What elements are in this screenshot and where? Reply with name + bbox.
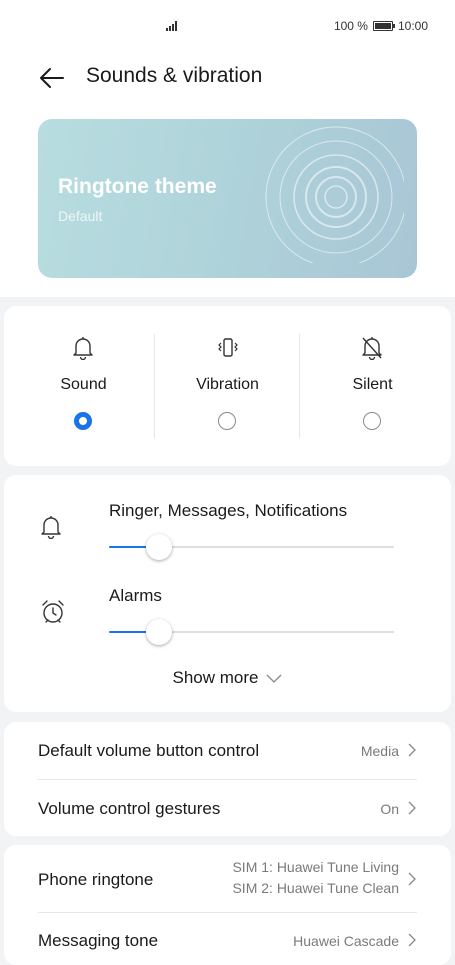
- row-label: Volume control gestures: [38, 799, 221, 818]
- ringtone-settings-card: Phone ringtone SIM 1: Huawei Tune Living…: [4, 845, 451, 965]
- header: Sounds & vibration: [0, 52, 455, 112]
- mode-silent[interactable]: Silent: [300, 306, 445, 466]
- sim2-ringtone: SIM 2: Huawei Tune Clean: [232, 880, 399, 896]
- sound-waves-icon: [265, 126, 404, 263]
- clock: 10:00: [397, 19, 428, 33]
- ringtone-theme-banner[interactable]: Ringtone theme Default: [38, 119, 417, 278]
- row-label: Default volume button control: [38, 741, 260, 760]
- mode-label-sound: Sound: [60, 376, 107, 393]
- ringer-volume-label: Ringer, Messages, Notifications: [109, 501, 348, 520]
- volume-control-gestures-row[interactable]: Volume control gestures On: [38, 779, 417, 836]
- row-value: Huawei Cascade: [293, 933, 399, 949]
- mode-silent-radio[interactable]: [363, 412, 381, 430]
- sim1-ringtone: SIM 1: Huawei Tune Living: [232, 859, 399, 875]
- bell-off-icon: [361, 336, 383, 365]
- row-value: SIM 1: Huawei Tune Living SIM 2: Huawei …: [232, 857, 399, 899]
- sound-mode-card: Sound Vibration Silent: [4, 306, 451, 466]
- slider-thumb[interactable]: [146, 619, 172, 645]
- status-bar: 100 % 10:00: [0, 0, 455, 52]
- show-more-button[interactable]: Show more: [4, 668, 451, 688]
- mode-sound[interactable]: Sound: [11, 306, 156, 466]
- mode-label-silent: Silent: [352, 376, 393, 393]
- mode-vibration-radio[interactable]: [218, 412, 236, 430]
- bell-icon: [40, 515, 62, 544]
- mode-sound-radio[interactable]: [74, 412, 92, 430]
- battery-percent: 100 %: [333, 19, 368, 33]
- battery-icon: [372, 21, 395, 31]
- chevron-right-icon: [407, 932, 417, 953]
- slider-thumb[interactable]: [146, 534, 172, 560]
- alarms-volume-slider[interactable]: [109, 617, 394, 647]
- phone-ringtone-row[interactable]: Phone ringtone SIM 1: Huawei Tune Living…: [38, 845, 417, 912]
- signal-icon: [166, 19, 180, 34]
- row-value: Media: [360, 743, 399, 759]
- chevron-down-icon: [267, 674, 282, 683]
- show-more-label: Show more: [172, 668, 259, 687]
- volume-settings-card: Default volume button control Media Volu…: [4, 722, 451, 836]
- volume-card: Ringer, Messages, Notifications Alarms S…: [4, 475, 451, 712]
- row-value: On: [380, 801, 399, 817]
- chevron-right-icon: [407, 742, 417, 763]
- chevron-right-icon: [407, 800, 417, 821]
- row-label: Phone ringtone: [38, 870, 154, 889]
- bell-icon: [72, 336, 94, 365]
- mode-label-vibration: Vibration: [196, 376, 259, 393]
- alarms-volume-label: Alarms: [109, 586, 162, 605]
- vibration-icon: [216, 336, 240, 365]
- chevron-right-icon: [407, 871, 417, 892]
- ringer-volume-slider[interactable]: [109, 532, 394, 562]
- default-volume-button-row[interactable]: Default volume button control Media: [38, 722, 417, 779]
- alarm-clock-icon: [40, 599, 66, 630]
- back-arrow-icon[interactable]: [38, 64, 66, 92]
- row-label: Messaging tone: [38, 931, 159, 950]
- mode-vibration[interactable]: Vibration: [155, 306, 300, 466]
- banner-subtitle: Default: [58, 208, 103, 224]
- banner-title: Ringtone theme: [58, 175, 217, 198]
- page-title: Sounds & vibration: [86, 64, 263, 87]
